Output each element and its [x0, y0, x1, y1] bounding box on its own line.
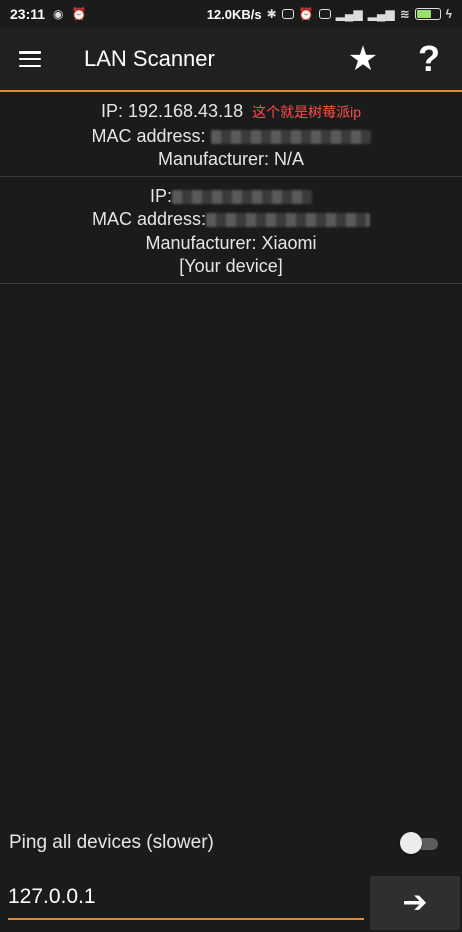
manufacturer-value: N/A [274, 149, 305, 169]
manufacturer-value: Xiaomi [261, 232, 317, 253]
app-bar: LAN Scanner ★ ? [0, 28, 462, 92]
device-mac-line: MAC address: [0, 208, 462, 232]
signal-4g-icon: ▂▄▆ [367, 7, 395, 21]
redacted-mac [210, 129, 371, 144]
arrow-right-icon: ➔ [402, 886, 428, 919]
device-manufacturer-line: Manufacturer: Xiaomi [0, 232, 462, 256]
ip-value: 192.168.43.18 [127, 101, 244, 121]
toggle-thumb [400, 832, 422, 854]
net-speed: 12.0KB/s [206, 6, 262, 22]
hamburger-icon [19, 51, 41, 67]
status-bar-left: 23:11 ◉ ⏰ [10, 6, 86, 22]
charging-icon: ϟ [445, 7, 452, 21]
device-mac-line: MAC address: [0, 125, 462, 149]
manufacturer-label: Manufacturer: [157, 149, 275, 169]
ip-input[interactable] [8, 876, 364, 920]
help-button[interactable]: ? [396, 27, 462, 91]
redacted-ip [172, 189, 312, 204]
notification-icon: ◉ [53, 7, 64, 21]
signal-4g-icon: ▂▄▆ [335, 7, 363, 21]
mac-label: MAC address: [91, 125, 211, 146]
device-ip-line: IP: 192.168.43.18 这个就是树莓派ip [0, 100, 462, 125]
bluetooth-icon: ✱ [266, 7, 277, 21]
vibrate-icon [281, 9, 294, 19]
mac-label: MAC address: [91, 209, 207, 229]
ping-all-label: Ping all devices (slower) [9, 832, 214, 853]
ping-all-toggle[interactable] [400, 832, 440, 854]
alarm-icon: ⏰ [298, 7, 314, 21]
device-item[interactable]: IP: 192.168.43.18 这个就是树莓派ip MAC address:… [0, 92, 462, 177]
battery-icon [414, 8, 441, 20]
device-item[interactable]: IP: MAC address: Manufacturer: Xiaomi [Y… [0, 177, 462, 284]
menu-button[interactable] [0, 27, 60, 91]
manufacturer-label: Manufacturer: [145, 232, 262, 253]
clock: 23:11 [10, 6, 46, 22]
device-manufacturer-line: Manufacturer: N/A [0, 148, 462, 172]
status-bar: 23:11 ◉ ⏰ 12.0KB/s ✱ ⏰ ▂▄▆ ▂▄▆ ≋ ϟ [0, 0, 462, 28]
device-ip-line: IP: [0, 185, 462, 209]
app-title: LAN Scanner [84, 46, 215, 71]
hd-icon [318, 9, 331, 19]
help-icon: ? [418, 38, 440, 79]
favorite-button[interactable]: ★ [330, 27, 396, 91]
wifi-icon: ≋ [399, 7, 410, 21]
alarm-icon: ⏰ [71, 7, 87, 21]
scan-go-button[interactable]: ➔ [370, 876, 460, 930]
device-list: IP: 192.168.43.18 这个就是树莓派ip MAC address:… [0, 92, 462, 284]
screen: 23:11 ◉ ⏰ 12.0KB/s ✱ ⏰ ▂▄▆ ▂▄▆ ≋ ϟ LAN S… [0, 0, 462, 932]
status-bar-right: 12.0KB/s ✱ ⏰ ▂▄▆ ▂▄▆ ≋ ϟ [207, 7, 452, 22]
ip-label: IP: [100, 101, 128, 121]
ping-all-row[interactable]: Ping all devices (slower) [0, 824, 462, 862]
your-device-tag: [Your device] [179, 256, 283, 276]
ip-label: IP: [149, 185, 172, 206]
redacted-mac [206, 213, 371, 228]
star-icon: ★ [347, 40, 379, 78]
annotation-text: 这个就是树莓派ip [252, 104, 362, 120]
